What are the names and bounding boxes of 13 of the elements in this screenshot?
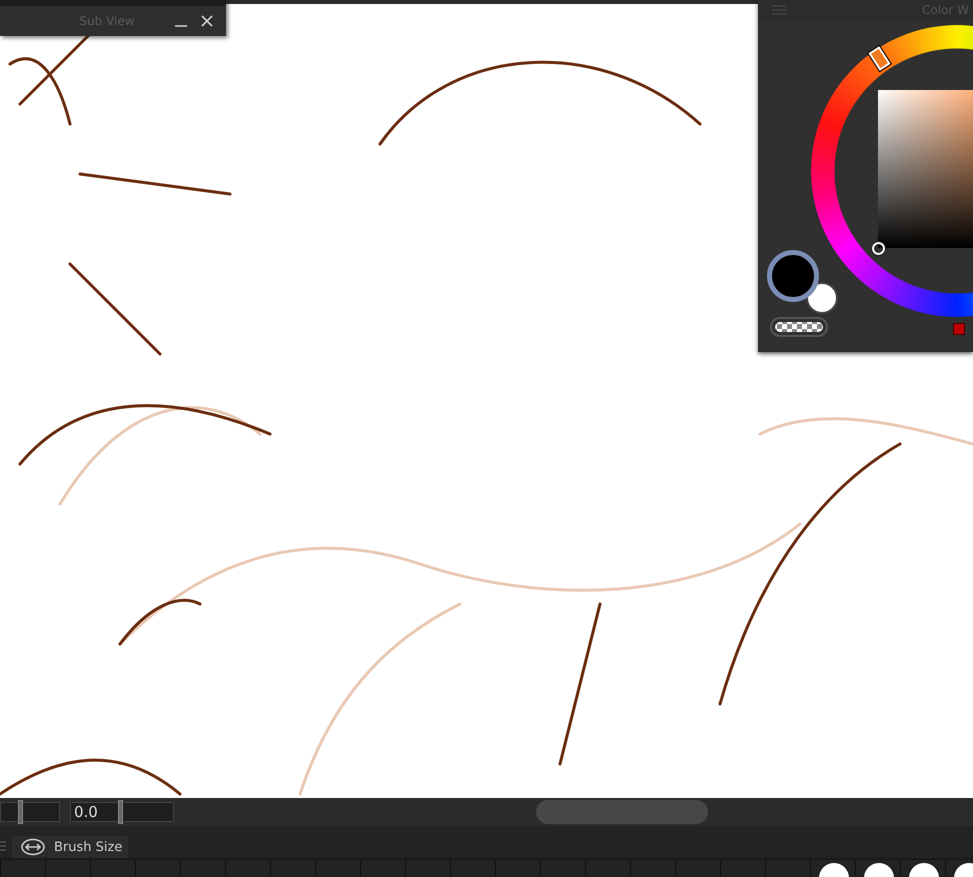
rotation-field[interactable]: 0.0: [70, 802, 174, 822]
color-indicator-square: [953, 323, 965, 335]
panel-tab[interactable]: Brush Size: [12, 836, 128, 858]
close-icon[interactable]: [200, 14, 214, 28]
scrollbar-thumb[interactable]: [536, 800, 708, 824]
menu-icon[interactable]: [0, 840, 6, 852]
drawing-canvas[interactable]: [0, 4, 973, 798]
zoom-slider[interactable]: [0, 802, 60, 822]
main-color-swatch[interactable]: [767, 250, 819, 302]
color-picker-marker[interactable]: [872, 242, 885, 255]
transparent-color-button[interactable]: [770, 317, 828, 337]
menu-icon[interactable]: [772, 5, 786, 15]
brush-size-icon: [20, 838, 46, 856]
